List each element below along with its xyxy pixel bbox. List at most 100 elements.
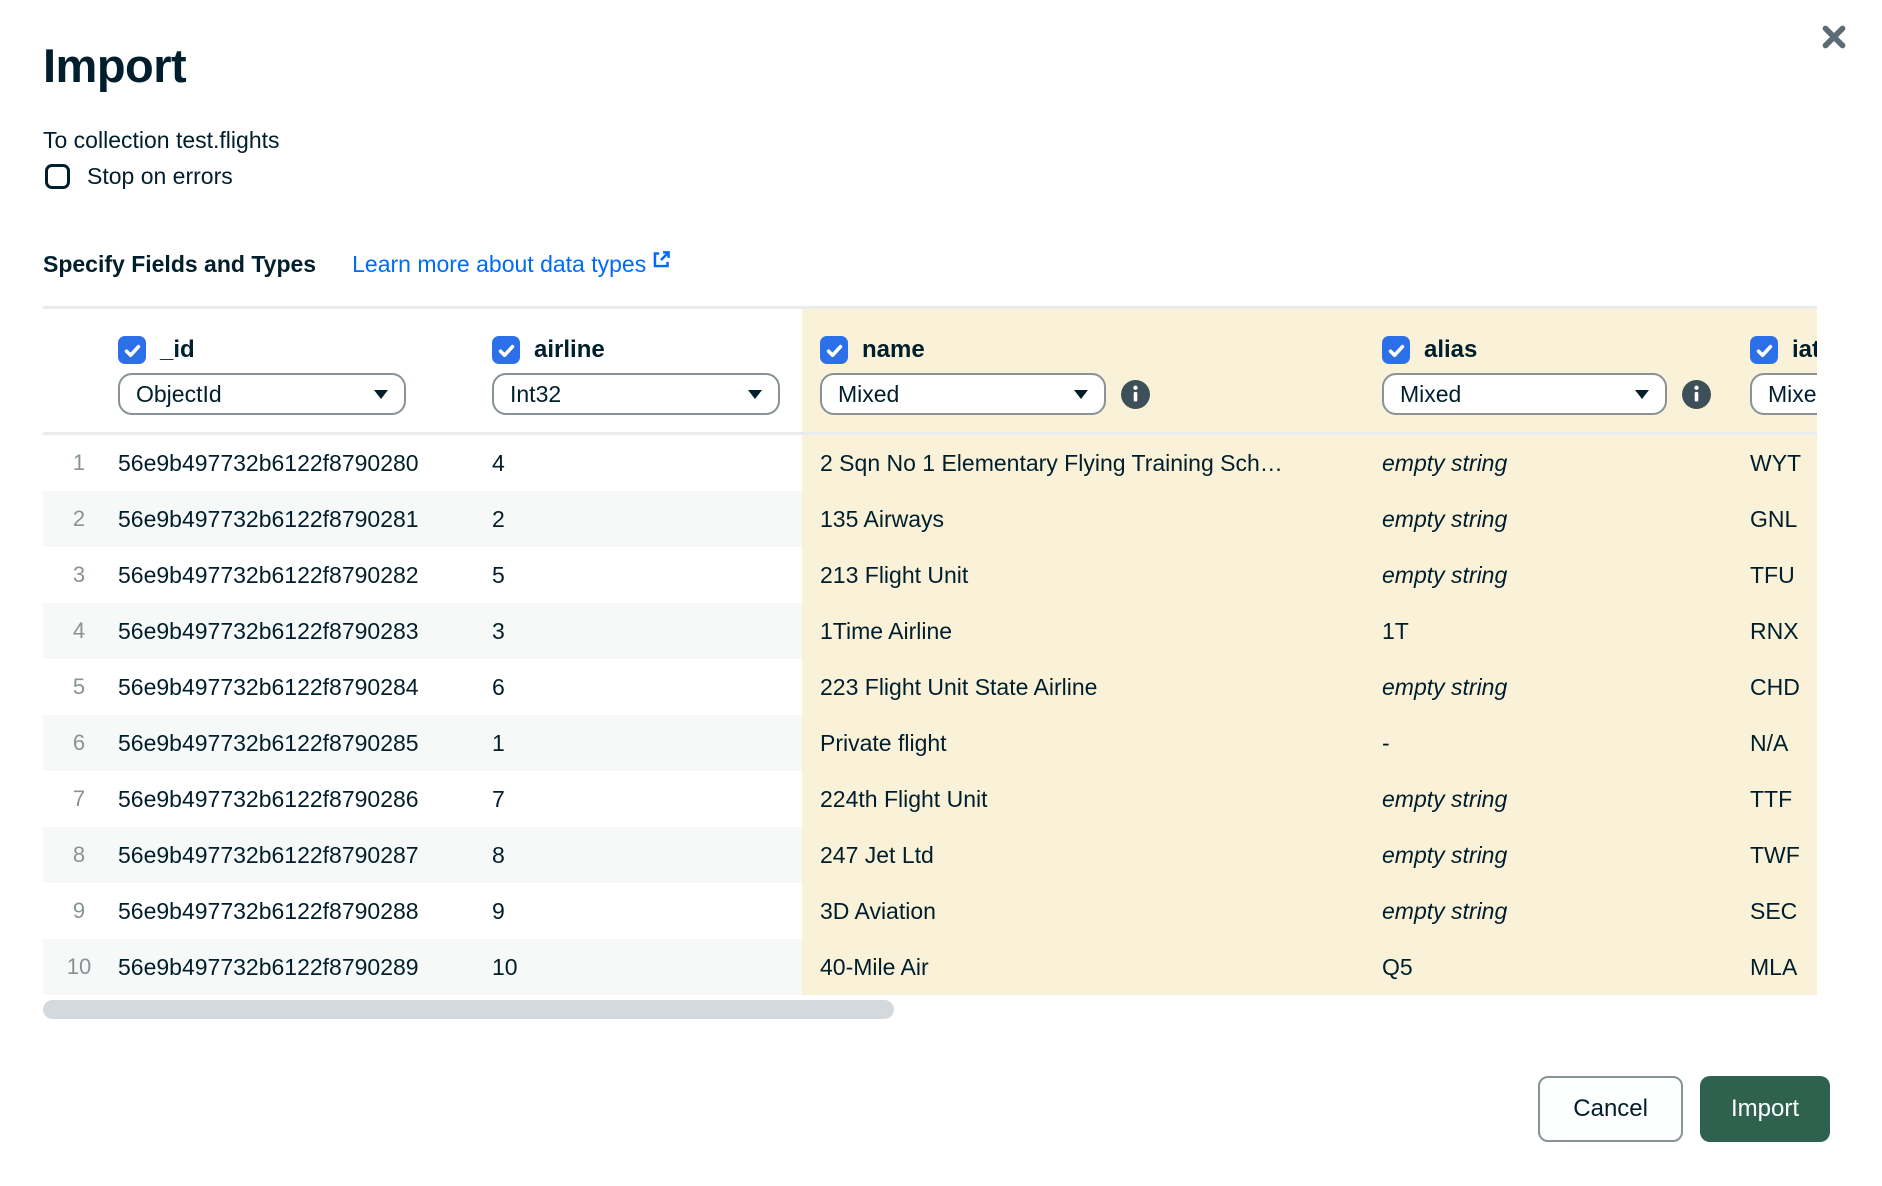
cell-iata: CHD <box>1750 674 1800 701</box>
cell-name: 1Time Airline <box>820 618 952 645</box>
cell-airline: 2 <box>492 506 505 533</box>
info-icon[interactable] <box>1121 380 1150 409</box>
cell-id: 56e9b497732b6122f8790286 <box>118 786 419 813</box>
cell-iata: MLA <box>1750 954 1797 981</box>
column-label-id: _id <box>160 336 195 364</box>
cell-alias: empty string <box>1382 562 1507 589</box>
table-body: 1 56e9b497732b6122f8790280 4 2 Sqn No 1 … <box>43 435 1817 995</box>
table-header: _id ObjectId airline Int32 <box>43 306 1817 435</box>
type-select-id-value: ObjectId <box>136 381 222 408</box>
import-button[interactable]: Import <box>1700 1076 1830 1142</box>
row-number: 6 <box>73 730 85 756</box>
cell-alias: empty string <box>1382 842 1507 869</box>
cell-id: 56e9b497732b6122f8790289 <box>118 954 419 981</box>
cell-alias: 1T <box>1382 618 1409 645</box>
cell-alias: - <box>1382 730 1390 757</box>
cell-alias: empty string <box>1382 506 1507 533</box>
cell-id: 56e9b497732b6122f8790284 <box>118 674 419 701</box>
cell-name: Private flight <box>820 730 947 757</box>
airline-checkbox-checked[interactable] <box>492 336 520 364</box>
type-select-airline-value: Int32 <box>510 381 561 408</box>
alias-checkbox-checked[interactable] <box>1382 336 1410 364</box>
cell-alias: empty string <box>1382 898 1507 925</box>
chevron-down-icon <box>1635 390 1649 399</box>
cell-airline: 3 <box>492 618 505 645</box>
import-dialog: { "dialog": { "title": "Import", "subtit… <box>0 0 1882 1186</box>
column-header-id: _id ObjectId <box>115 309 490 432</box>
table-row: 1 56e9b497732b6122f8790280 4 2 Sqn No 1 … <box>43 435 1817 491</box>
row-number: 9 <box>73 898 85 924</box>
cell-name: 223 Flight Unit State Airline <box>820 674 1097 701</box>
name-checkbox-checked[interactable] <box>820 336 848 364</box>
cell-airline: 5 <box>492 562 505 589</box>
column-header-alias: alias Mixed <box>1380 309 1746 432</box>
cell-iata: TWF <box>1750 842 1800 869</box>
page-title: Import <box>43 38 186 93</box>
type-select-name[interactable]: Mixed <box>820 373 1106 415</box>
cell-alias: Q5 <box>1382 954 1413 981</box>
column-label-iata: iata <box>1792 336 1817 364</box>
checkmark-icon <box>497 341 516 360</box>
cell-id: 56e9b497732b6122f8790287 <box>118 842 419 869</box>
iata-checkbox-checked[interactable] <box>1750 336 1778 364</box>
table-row: 2 56e9b497732b6122f8790281 2 135 Airways… <box>43 491 1817 547</box>
stop-on-errors-checkbox[interactable] <box>45 164 70 189</box>
type-select-alias[interactable]: Mixed <box>1382 373 1667 415</box>
cell-airline: 1 <box>492 730 505 757</box>
column-header-airline: airline Int32 <box>490 309 802 432</box>
table-row: 5 56e9b497732b6122f8790284 6 223 Flight … <box>43 659 1817 715</box>
cell-iata: WYT <box>1750 450 1801 477</box>
table-row: 3 56e9b497732b6122f8790282 5 213 Flight … <box>43 547 1817 603</box>
id-checkbox-checked[interactable] <box>118 336 146 364</box>
info-icon[interactable] <box>1682 380 1711 409</box>
table-row: 7 56e9b497732b6122f8790286 7 224th Fligh… <box>43 771 1817 827</box>
chevron-down-icon <box>1074 390 1088 399</box>
horizontal-scrollbar[interactable] <box>43 1000 894 1019</box>
row-number: 2 <box>73 506 85 532</box>
table-row: 8 56e9b497732b6122f8790287 8 247 Jet Ltd… <box>43 827 1817 883</box>
checkmark-icon <box>1755 341 1774 360</box>
cell-iata: TTF <box>1750 786 1792 813</box>
cell-airline: 6 <box>492 674 505 701</box>
row-number: 8 <box>73 842 85 868</box>
cell-alias: empty string <box>1382 674 1507 701</box>
preview-table: _id ObjectId airline Int32 <box>43 306 1817 995</box>
cell-name: 3D Aviation <box>820 898 936 925</box>
learn-more-link-label: Learn more about data types <box>352 251 646 278</box>
cancel-button[interactable]: Cancel <box>1538 1076 1683 1142</box>
cell-id: 56e9b497732b6122f8790288 <box>118 898 419 925</box>
table-row: 10 56e9b497732b6122f8790289 10 40-Mile A… <box>43 939 1817 995</box>
external-link-icon <box>651 249 672 276</box>
column-label-airline: airline <box>534 336 605 364</box>
type-select-iata[interactable]: Mixed <box>1750 373 1817 415</box>
row-number: 1 <box>73 450 85 476</box>
cell-id: 56e9b497732b6122f8790282 <box>118 562 419 589</box>
cell-iata: SEC <box>1750 898 1797 925</box>
column-header-name: name Mixed <box>802 309 1380 432</box>
cell-name: 40-Mile Air <box>820 954 929 981</box>
type-select-id[interactable]: ObjectId <box>118 373 406 415</box>
cell-name: 135 Airways <box>820 506 944 533</box>
column-label-alias: alias <box>1424 336 1477 364</box>
cell-airline: 10 <box>492 954 518 981</box>
column-label-name: name <box>862 336 925 364</box>
row-number: 10 <box>67 954 91 980</box>
cell-airline: 7 <box>492 786 505 813</box>
row-number: 3 <box>73 562 85 588</box>
row-number: 4 <box>73 618 85 644</box>
chevron-down-icon <box>374 390 388 399</box>
table-row: 4 56e9b497732b6122f8790283 3 1Time Airli… <box>43 603 1817 659</box>
type-select-airline[interactable]: Int32 <box>492 373 780 415</box>
cell-airline: 8 <box>492 842 505 869</box>
close-icon[interactable] <box>1819 22 1849 52</box>
cell-airline: 9 <box>492 898 505 925</box>
row-number: 5 <box>73 674 85 700</box>
table-row: 6 56e9b497732b6122f8790285 1 Private fli… <box>43 715 1817 771</box>
cell-iata: GNL <box>1750 506 1797 533</box>
cell-alias: empty string <box>1382 450 1507 477</box>
table-row: 9 56e9b497732b6122f8790288 9 3D Aviation… <box>43 883 1817 939</box>
cell-name: 213 Flight Unit <box>820 562 968 589</box>
stop-on-errors-label: Stop on errors <box>87 163 233 190</box>
type-select-alias-value: Mixed <box>1400 381 1461 408</box>
learn-more-link[interactable]: Learn more about data types <box>352 251 672 278</box>
